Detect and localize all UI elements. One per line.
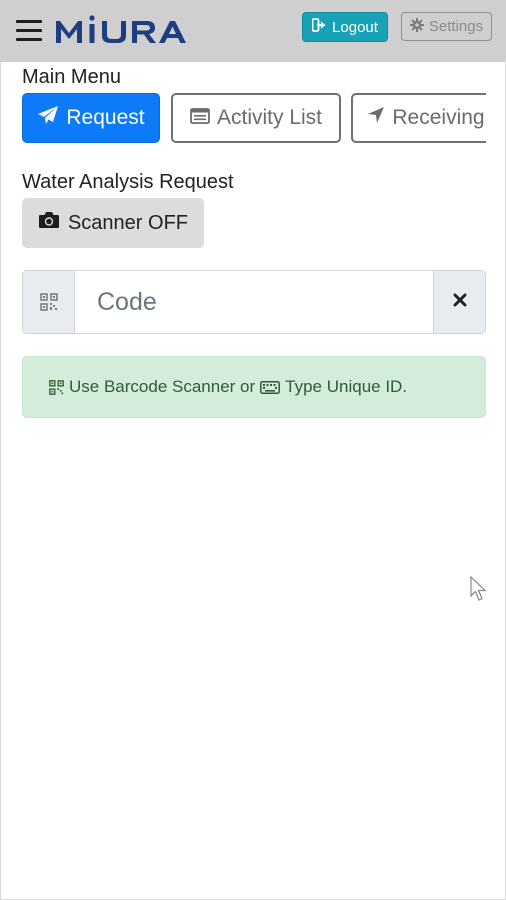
scanner-toggle-button[interactable]: Scanner OFF (22, 198, 204, 248)
top-navbar: Logout Settings (0, 0, 506, 62)
tab-request-label: Request (66, 106, 145, 129)
settings-label: Settings (428, 18, 484, 35)
tab-activity-list[interactable]: Activity List (171, 93, 341, 143)
tab-activity-list-label: Activity List (216, 106, 323, 129)
list-icon (190, 106, 210, 130)
scanner-label: Scanner OFF (67, 211, 189, 234)
instruction-alert: Use Barcode Scanner or Type Unique ID. (22, 356, 486, 418)
tab-receiving-label: Receiving (392, 106, 485, 129)
sign-out-icon (311, 18, 327, 36)
qrcode-icon (23, 271, 75, 333)
miura-logo (54, 13, 199, 47)
alert-text-scanner: Use Barcode Scanner or (69, 377, 256, 396)
logout-label: Logout (332, 18, 378, 36)
alert-text-type: Type Unique ID. (285, 377, 408, 396)
hamburger-menu-icon[interactable] (16, 18, 42, 44)
clear-button[interactable] (433, 271, 485, 333)
paper-plane-icon (37, 105, 59, 131)
code-input[interactable] (75, 271, 435, 333)
qrcode-icon (49, 379, 64, 395)
logout-button[interactable]: Logout (302, 12, 388, 42)
settings-button[interactable]: Settings (401, 12, 492, 41)
code-input-group (22, 270, 486, 334)
page-title: Water Analysis Request (22, 171, 234, 193)
camera-icon (38, 211, 60, 235)
mouse-cursor-icon (470, 575, 488, 607)
gear-icon (409, 17, 424, 36)
close-icon (453, 293, 467, 312)
main-menu-heading: Main Menu (22, 66, 121, 88)
location-arrow-icon (367, 106, 385, 130)
main-menu-tabs: Request Activity List Receiving (22, 93, 486, 143)
keyboard-icon (260, 380, 281, 394)
tab-request[interactable]: Request (22, 93, 160, 143)
tab-receiving[interactable]: Receiving (351, 93, 486, 143)
